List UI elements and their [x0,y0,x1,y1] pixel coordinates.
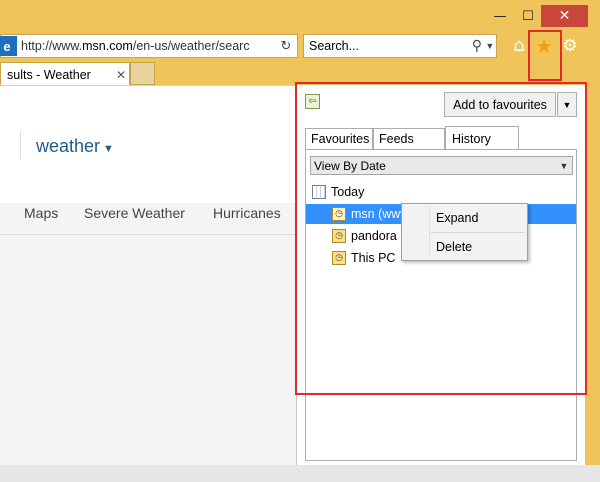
address-row: e http://www.msn.com/en-us/weather/searc… [0,32,600,60]
browser-tab[interactable]: sults - Weather ✕ [0,62,130,86]
minimize-button[interactable]: — [486,5,514,27]
address-bar[interactable]: e http://www.msn.com/en-us/weather/searc… [0,34,298,58]
tab-close-icon[interactable]: ✕ [113,68,129,82]
url-prefix: http://www. [21,39,83,53]
url-domain: msn.com [82,39,133,53]
tab-title: sults - Weather [7,67,91,82]
refresh-icon[interactable]: ↻ [275,39,297,54]
nav-severe-weather[interactable]: Severe Weather [84,205,185,221]
page-header: weather ▼ [0,85,296,203]
search-box[interactable]: ⚲ ▼ [303,34,497,58]
search-input[interactable] [304,39,470,53]
chevron-down-icon: ▼ [103,143,114,155]
bottom-strip [0,465,600,482]
title-bar: — ☐ ✕ [0,0,600,30]
close-button[interactable]: ✕ [541,5,588,27]
home-icon[interactable]: ⌂ [508,35,530,57]
nav-maps[interactable]: Maps [24,205,58,221]
ie-logo-icon: e [0,36,17,56]
search-dropdown-icon[interactable]: ▼ [484,41,496,51]
search-icon[interactable]: ⚲ [470,38,484,54]
weather-nav: Maps Severe Weather Hurricanes [0,203,296,235]
header-divider [20,131,21,159]
maximize-button[interactable]: ☐ [514,5,542,27]
url-suffix: /en-us/weather/searc [132,39,250,53]
gear-icon[interactable]: ⚙ [559,35,581,57]
pane-highlight-box [295,82,587,395]
brand-label: weather [36,136,101,156]
address-url[interactable]: http://www.msn.com/en-us/weather/searc [17,39,275,53]
nav-hurricanes[interactable]: Hurricanes [213,205,281,221]
web-page: weather ▼ Maps Severe Weather Hurricanes [0,85,296,465]
new-tab-button[interactable] [130,62,155,85]
weather-brand[interactable]: weather ▼ [36,136,114,157]
